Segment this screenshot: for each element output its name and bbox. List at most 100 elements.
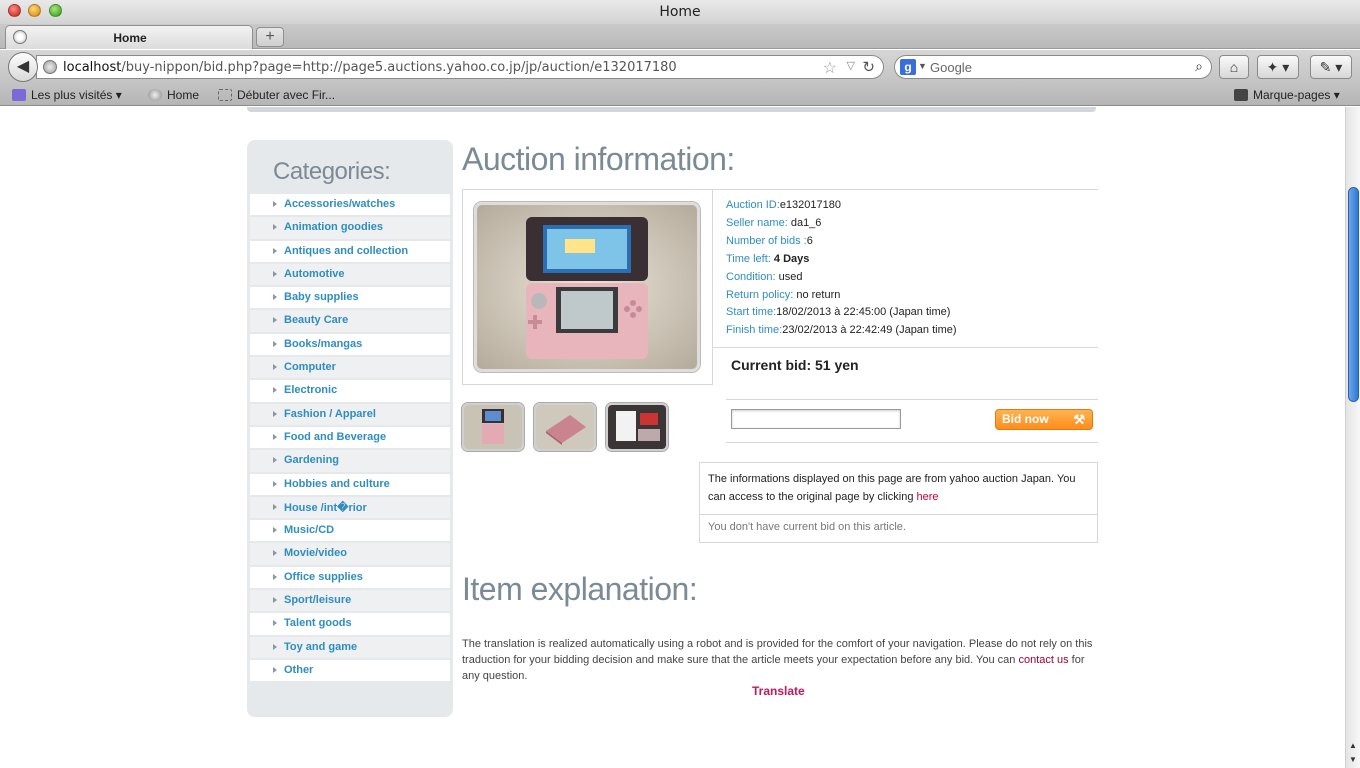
back-button[interactable]: ◀ [8, 52, 38, 82]
category-item[interactable]: Antiques and collection [250, 240, 450, 264]
bookmark-get-started[interactable]: Débuter avec Fir... [218, 88, 335, 102]
condition-row: Condition: used [726, 269, 957, 287]
window-titlebar: Home [0, 0, 1360, 24]
category-item[interactable]: House /int�rior [250, 496, 450, 521]
page-scrollbar[interactable]: ▲ ▼ [1345, 107, 1360, 768]
search-icon[interactable]: ⌕ [1195, 58, 1203, 75]
category-link[interactable]: Talent goods [284, 617, 352, 629]
category-link[interactable]: Music/CD [284, 524, 334, 536]
url-text[interactable]: localhost/buy-nippon/bid.php?page=http:/… [63, 60, 677, 75]
address-bar[interactable]: localhost/buy-nippon/bid.php?page=http:/… [36, 55, 884, 79]
category-item[interactable]: Hobbies and culture [250, 473, 450, 497]
category-link[interactable]: Automotive [284, 268, 345, 280]
category-link[interactable]: Sport/leisure [284, 594, 351, 606]
category-item[interactable]: Animation goodies [250, 217, 450, 241]
category-list: Accessories/watches Animation goodies Anti… [250, 194, 450, 684]
category-link[interactable]: Gardening [284, 454, 339, 466]
caret-right-icon [273, 480, 277, 487]
category-item[interactable]: Baby supplies [250, 287, 450, 311]
scroll-up-icon[interactable]: ▲ [1349, 741, 1357, 750]
home-button[interactable]: ⌂ [1219, 55, 1249, 79]
category-link[interactable]: Accessories/watches [284, 198, 395, 210]
category-link[interactable]: Office supplies [284, 571, 363, 583]
thumbnail-1[interactable] [462, 403, 524, 451]
category-item[interactable]: Sport/leisure [250, 590, 450, 614]
caret-right-icon [273, 643, 277, 650]
value: 18/02/2013 à 22:45:00 (Japan time) [776, 306, 951, 319]
category-item[interactable]: Automotive [250, 263, 450, 288]
category-link[interactable]: House /int�rior [284, 501, 367, 514]
search-input[interactable]: Google [930, 60, 972, 75]
addon-button[interactable]: ✦ ▾ [1257, 55, 1299, 79]
scroll-down-icon[interactable]: ▼ [1349, 755, 1357, 764]
category-link[interactable]: Beauty Care [284, 314, 348, 326]
category-item[interactable]: Accessories/watches [250, 194, 450, 218]
caret-right-icon [273, 201, 277, 207]
category-link[interactable]: Animation goodies [284, 221, 383, 233]
bookmark-label: Marque-pages [1253, 88, 1331, 102]
category-item[interactable]: Talent goods [250, 613, 450, 637]
label: Seller name: [726, 216, 788, 229]
bid-now-button[interactable]: Bid now ⚒ [995, 409, 1093, 430]
value: 6 [806, 234, 813, 247]
tools-button[interactable]: ✎ ▾ [1310, 55, 1352, 79]
category-item[interactable]: Toy and game [250, 636, 450, 660]
category-link[interactable]: Computer [284, 361, 336, 373]
url-host: localhost [63, 60, 122, 75]
category-link[interactable]: Books/mangas [284, 338, 362, 350]
category-item[interactable]: Computer [250, 357, 450, 381]
category-item[interactable]: Movie/video [250, 543, 450, 567]
value: used [778, 270, 803, 283]
bid-amount-input[interactable] [731, 409, 901, 429]
search-bar[interactable]: g ▼ Google ⌕ [894, 55, 1212, 79]
caret-right-icon [273, 294, 277, 301]
thumbnail-3[interactable] [606, 403, 668, 451]
bookmark-home[interactable]: Home [148, 88, 199, 102]
category-item[interactable]: Other [250, 659, 450, 684]
original-page-link[interactable]: here [917, 491, 939, 503]
caret-right-icon [273, 364, 277, 371]
translate-link[interactable]: Translate [752, 684, 805, 698]
reload-icon[interactable]: ↻ [862, 58, 875, 76]
category-link[interactable]: Electronic [284, 384, 337, 396]
caret-right-icon [273, 270, 277, 277]
bookmark-label: Home [167, 88, 200, 102]
return-policy-row: Return policy: no return [726, 287, 957, 305]
value: da1_6 [790, 216, 822, 229]
bookmarks-menu[interactable]: Marque-pages ▾ [1234, 88, 1340, 102]
new-tab-button[interactable]: + [256, 27, 284, 47]
category-item[interactable]: Beauty Care [250, 310, 450, 334]
scrollbar-thumb[interactable] [1348, 187, 1359, 402]
caret-right-icon [273, 573, 277, 580]
category-link[interactable]: Other [284, 664, 313, 676]
bookmark-most-visited[interactable]: Les plus visités ▾ [12, 88, 122, 102]
label: Finish time: [726, 324, 783, 337]
category-link[interactable]: Antiques and collection [284, 245, 408, 257]
thumbnail-2[interactable] [534, 403, 596, 451]
category-link[interactable]: Hobbies and culture [284, 478, 390, 490]
main-item-photo[interactable] [474, 202, 700, 372]
engine-dropdown-icon[interactable]: ▼ [918, 61, 927, 71]
history-dropdown-icon[interactable]: ▽ [847, 59, 855, 72]
category-item[interactable]: Music/CD [250, 520, 450, 544]
caret-right-icon [273, 457, 277, 464]
bookmark-star-icon[interactable]: ☆ [823, 58, 837, 78]
category-item[interactable]: Electronic [250, 380, 450, 404]
category-item[interactable]: Books/mangas [250, 333, 450, 358]
caret-right-icon [273, 410, 277, 417]
caret-right-icon [273, 597, 277, 604]
category-link[interactable]: Baby supplies [284, 291, 359, 303]
category-link[interactable]: Fashion / Apparel [284, 408, 376, 420]
category-link[interactable]: Food and Beverage [284, 431, 386, 443]
window-title: Home [659, 4, 701, 20]
category-item[interactable]: Office supplies [250, 566, 450, 591]
site-identity-icon[interactable] [43, 60, 57, 74]
category-link[interactable]: Toy and game [284, 641, 357, 653]
category-item[interactable]: Food and Beverage [250, 426, 450, 451]
category-link[interactable]: Movie/video [284, 547, 347, 559]
tab-home[interactable]: Home [5, 25, 253, 49]
google-engine-icon[interactable]: g [900, 59, 916, 75]
category-item[interactable]: Gardening [250, 450, 450, 474]
contact-us-link[interactable]: contact us [1018, 654, 1068, 666]
category-item[interactable]: Fashion / Apparel [250, 403, 450, 427]
